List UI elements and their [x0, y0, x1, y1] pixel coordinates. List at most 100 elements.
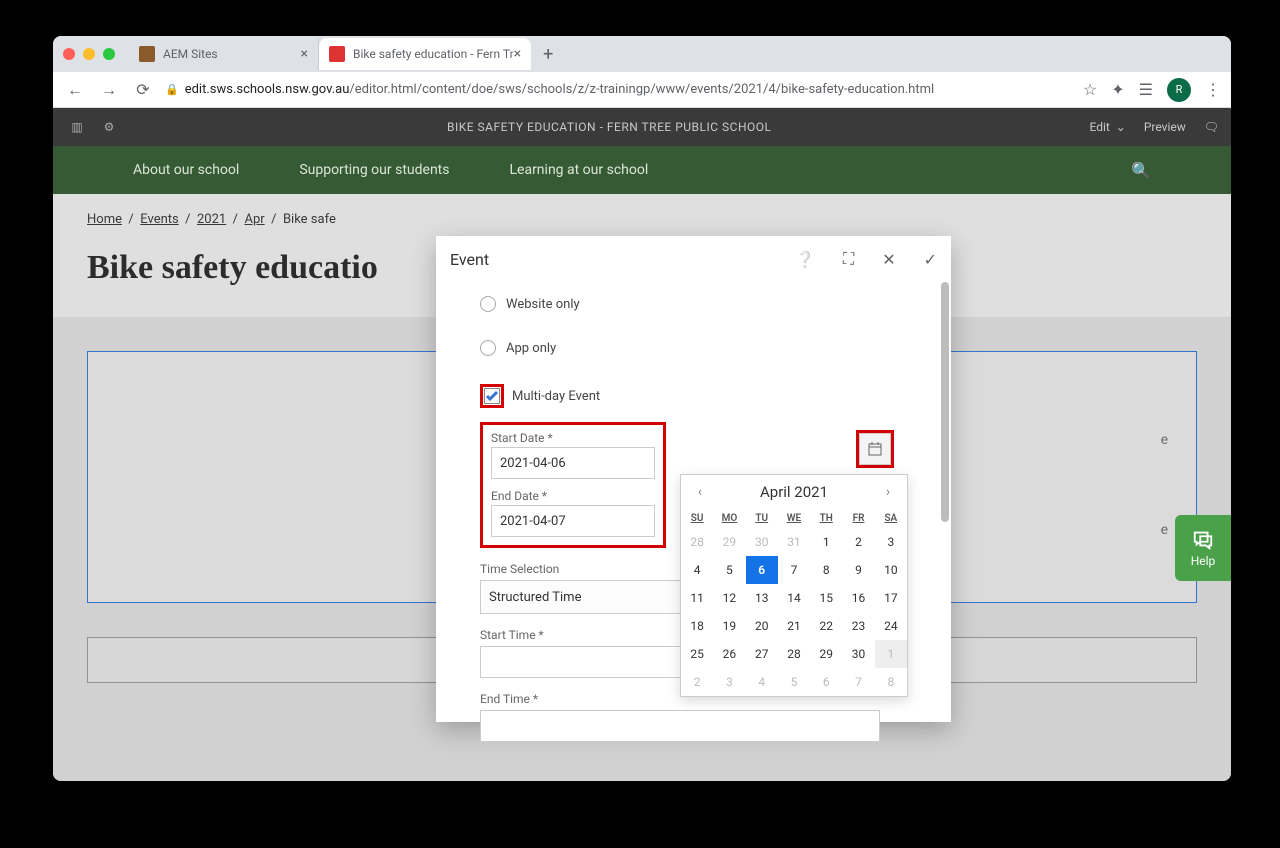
back-button[interactable]: ←: [63, 80, 87, 100]
calendar-day[interactable]: 24: [875, 612, 907, 640]
next-month-button[interactable]: ›: [879, 484, 897, 500]
highlight-box: Start Date * End Date *: [480, 422, 666, 548]
tab-aem-sites[interactable]: AEM Sites ×: [129, 38, 319, 70]
maximize-window-button[interactable]: [103, 48, 115, 60]
search-icon[interactable]: 🔍: [1131, 161, 1151, 180]
calendar-day[interactable]: 16: [842, 584, 874, 612]
calendar-day[interactable]: 9: [842, 556, 874, 584]
calendar-day[interactable]: 8: [810, 556, 842, 584]
calendar-day[interactable]: 5: [713, 556, 745, 584]
radio-website-only[interactable]: Website only: [480, 296, 923, 312]
calendar-day[interactable]: 2: [681, 668, 713, 696]
end-date-label: End Date *: [491, 489, 655, 503]
nav-learning[interactable]: Learning at our school: [509, 162, 648, 179]
annotations-icon[interactable]: 🗨: [1204, 120, 1219, 134]
calendar-day[interactable]: 26: [713, 640, 745, 668]
calendar-day[interactable]: 7: [778, 556, 810, 584]
calendar-day[interactable]: 6: [746, 556, 778, 584]
fullscreen-icon[interactable]: ⛶: [843, 249, 854, 269]
prev-month-button[interactable]: ‹: [691, 484, 709, 500]
extensions-icon[interactable]: ✦: [1111, 80, 1124, 99]
calendar-day[interactable]: 8: [875, 668, 907, 696]
tab-title: Bike safety education - Fern Tr: [353, 47, 514, 61]
calendar-day[interactable]: 13: [746, 584, 778, 612]
calendar-day[interactable]: 17: [875, 584, 907, 612]
calendar-day[interactable]: 10: [875, 556, 907, 584]
calendar-day[interactable]: 2: [842, 528, 874, 556]
reading-list-icon[interactable]: ☰: [1139, 80, 1153, 99]
calendar-day[interactable]: 23: [842, 612, 874, 640]
end-time-input[interactable]: [480, 710, 880, 742]
help-label: Help: [1191, 554, 1216, 568]
bookmark-icon[interactable]: ☆: [1083, 80, 1097, 99]
calendar-day[interactable]: 4: [746, 668, 778, 696]
favicon: [329, 46, 345, 62]
browser-window: AEM Sites × Bike safety education - Fern…: [53, 36, 1231, 781]
calendar-day[interactable]: 20: [746, 612, 778, 640]
page-title-bar: BIKE SAFETY EDUCATION - FERN TREE PUBLIC…: [129, 120, 1089, 134]
calendar-day[interactable]: 11: [681, 584, 713, 612]
dow-header: MO: [713, 509, 745, 528]
properties-icon[interactable]: ⚙: [97, 115, 121, 139]
calendar-day[interactable]: 30: [746, 528, 778, 556]
start-date-label: Start Date *: [491, 431, 655, 445]
close-window-button[interactable]: [63, 48, 75, 60]
close-icon[interactable]: ✕: [882, 250, 895, 269]
new-tab-button[interactable]: +: [543, 44, 553, 65]
scrollbar[interactable]: [941, 282, 949, 522]
forward-button[interactable]: →: [97, 80, 121, 100]
start-date-input[interactable]: [491, 447, 655, 479]
calendar-day[interactable]: 25: [681, 640, 713, 668]
calendar-day[interactable]: 4: [681, 556, 713, 584]
calendar-day[interactable]: 1: [810, 528, 842, 556]
calendar-day[interactable]: 14: [778, 584, 810, 612]
dow-header: SU: [681, 509, 713, 528]
radio-app-only[interactable]: App only: [480, 340, 923, 356]
calendar-picker-button[interactable]: [859, 433, 891, 465]
side-panel-icon[interactable]: ▥: [65, 115, 89, 139]
tab-bar: AEM Sites × Bike safety education - Fern…: [53, 36, 1231, 72]
calendar-day[interactable]: 29: [713, 528, 745, 556]
minimize-window-button[interactable]: [83, 48, 95, 60]
close-tab-icon[interactable]: ×: [301, 46, 308, 62]
nav-about[interactable]: About our school: [133, 162, 239, 179]
calendar-day[interactable]: 6: [810, 668, 842, 696]
calendar-day[interactable]: 3: [875, 528, 907, 556]
site-nav: About our school Supporting our students…: [53, 146, 1231, 194]
calendar-day[interactable]: 1: [875, 640, 907, 668]
calendar-day[interactable]: 27: [746, 640, 778, 668]
radio-icon: [480, 296, 496, 312]
help-button[interactable]: Help: [1175, 515, 1231, 581]
nav-supporting[interactable]: Supporting our students: [299, 162, 449, 179]
edit-mode-dropdown[interactable]: Edit ⌄: [1089, 120, 1125, 134]
end-date-input[interactable]: [491, 505, 655, 537]
calendar-day[interactable]: 29: [810, 640, 842, 668]
calendar-day[interactable]: 18: [681, 612, 713, 640]
close-tab-icon[interactable]: ×: [514, 46, 521, 62]
preview-button[interactable]: Preview: [1144, 120, 1186, 134]
calendar-day[interactable]: 22: [810, 612, 842, 640]
calendar-day[interactable]: 3: [713, 668, 745, 696]
calendar-day[interactable]: 21: [778, 612, 810, 640]
dow-header: WE: [778, 509, 810, 528]
calendar-day[interactable]: 15: [810, 584, 842, 612]
url-field[interactable]: 🔒 edit.sws.schools.nsw.gov.au/editor.htm…: [165, 82, 1073, 97]
dialog-title: Event: [450, 250, 489, 269]
done-icon[interactable]: ✓: [924, 250, 937, 269]
calendar-day[interactable]: 31: [778, 528, 810, 556]
reload-button[interactable]: ⟳: [131, 80, 155, 99]
calendar-icon: [867, 441, 883, 457]
calendar-day[interactable]: 19: [713, 612, 745, 640]
calendar-day[interactable]: 28: [681, 528, 713, 556]
calendar-day[interactable]: 30: [842, 640, 874, 668]
calendar-day[interactable]: 5: [778, 668, 810, 696]
help-icon[interactable]: ❔: [795, 250, 815, 269]
profile-avatar[interactable]: R: [1167, 78, 1191, 102]
calendar-day[interactable]: 7: [842, 668, 874, 696]
multiday-checkbox[interactable]: [484, 388, 500, 404]
menu-icon[interactable]: ⋮: [1205, 80, 1221, 99]
dialog-header: Event ❔ ⛶ ✕ ✓: [436, 236, 951, 282]
calendar-day[interactable]: 28: [778, 640, 810, 668]
calendar-day[interactable]: 12: [713, 584, 745, 612]
tab-bike-safety[interactable]: Bike safety education - Fern Tr ×: [319, 38, 531, 70]
